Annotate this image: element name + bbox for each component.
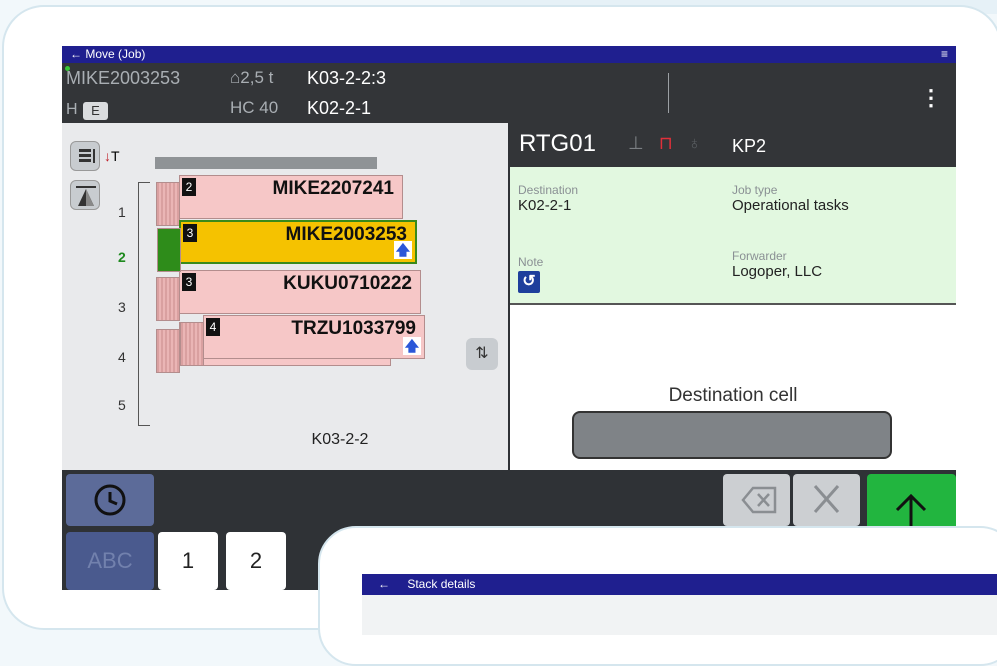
stack-view: ↓T 1 2 3 4 5 2 MIKE2207241 3 MIKE2003251… <box>62 123 508 470</box>
to-position: K02-2-1 <box>307 98 372 118</box>
container-number: TRZU1033799 <box>291 318 416 339</box>
spreader-icon: ⊥ <box>628 133 644 153</box>
job-panel: RTG01 ⊥ ⊓ ♁ KP2 Destination K02-2-1 Job … <box>510 123 956 470</box>
tier-badge: 2 <box>182 178 196 196</box>
job-type-value: Operational tasks <box>732 197 849 214</box>
confirm-button[interactable] <box>867 474 956 534</box>
job-info-bar: MIKE2003253 H E ⌂2,5 t HC 40 K03-2-2:3 K… <box>62 63 956 123</box>
from-position: K03-2-2:3 <box>307 68 387 88</box>
clock-icon <box>94 484 126 516</box>
stack-details-app-bar: ← Stack details <box>362 574 997 595</box>
container-side <box>156 329 180 373</box>
backspace-button[interactable] <box>723 474 790 526</box>
container-number: MIKE2207241 <box>272 178 394 199</box>
job-details: Destination K02-2-1 Job type Operational… <box>510 167 956 305</box>
container-slot-selected[interactable]: 3 MIKE2003253 🡅 <box>157 220 417 272</box>
crane-icon <box>76 186 96 206</box>
size-code: H <box>66 101 78 118</box>
forwarder-value: Logoper, LLC <box>732 263 823 280</box>
swap-icon: ⇅ <box>475 345 489 362</box>
tier-badge: 3 <box>182 273 196 291</box>
location-pin-icon: ♁ <box>687 133 702 153</box>
container-id: MIKE2003253 <box>66 68 181 88</box>
tier-badge: 3 <box>183 224 197 242</box>
arrow-up-icon <box>895 493 927 532</box>
list-view-button[interactable] <box>70 141 100 171</box>
up-arrow-icon: 🡅 <box>394 241 412 259</box>
crane-bar <box>155 157 377 169</box>
weight-icon: ⌂ <box>230 68 241 87</box>
spreader-alert-icon: ⊓ <box>658 133 673 153</box>
stack-details-body <box>362 595 997 635</box>
job-type-label: Job type <box>732 183 778 197</box>
destination-value: K02-2-1 <box>518 197 572 214</box>
divider <box>668 73 669 113</box>
empty-badge: E <box>83 102 108 120</box>
more-options-icon[interactable]: ⋮ <box>920 85 942 111</box>
container-slot[interactable]: 2 MIKE2207241 <box>156 175 403 226</box>
crane-kp: KP2 <box>732 136 767 156</box>
stack-bracket <box>138 182 150 426</box>
history-button[interactable] <box>66 474 154 526</box>
swap-button[interactable]: ⇅ <box>466 338 498 370</box>
container-side <box>156 182 180 226</box>
down-arrow-icon: ↓ <box>104 148 111 164</box>
container-number: KUKU0710222 <box>283 273 412 294</box>
hc-value: HC 40 <box>230 98 279 117</box>
row-number: 3 <box>118 299 126 315</box>
undo-icon: ↺ <box>522 273 536 290</box>
top-indicator: ↓T <box>104 148 120 164</box>
tier-badge: 4 <box>206 318 220 336</box>
stack-address: K03-2-2 <box>311 431 369 448</box>
destination-cell-input[interactable] <box>572 411 892 459</box>
crane-header: RTG01 ⊥ ⊓ ♁ KP2 <box>510 123 956 167</box>
app-bar: ← Move (Job) ≡ <box>62 46 956 63</box>
close-icon <box>813 485 840 513</box>
app-title: Move (Job) <box>85 47 146 61</box>
row-number: 5 <box>118 397 126 413</box>
up-arrow-icon: 🡅 <box>403 337 421 355</box>
key-2[interactable]: 2 <box>226 532 286 590</box>
stack-details-title: Stack details <box>407 577 476 591</box>
crane-status-icons: ⊥ ⊓ ♁ <box>628 133 701 154</box>
crane-name: RTG01 <box>519 130 596 157</box>
container-slot[interactable]: 4 TRZU1033799 🡅 <box>180 315 425 366</box>
back-arrow-icon[interactable]: ← <box>70 47 82 61</box>
container-number: MIKE2003253 <box>285 224 407 245</box>
container-side <box>180 322 204 366</box>
undo-button[interactable]: ↺ <box>518 271 540 293</box>
row-number: 1 <box>118 204 126 220</box>
weight-value: 2,5 t <box>240 68 274 87</box>
tablet-screen: ← Move (Job) ≡ MIKE2003253 H E ⌂2,5 t HC… <box>62 46 956 590</box>
clear-button[interactable] <box>793 474 860 526</box>
row-number-active: 2 <box>118 249 126 265</box>
container-slot[interactable]: 3 KUKU0710222 <box>156 270 421 321</box>
note-label: Note <box>518 255 544 269</box>
forwarder-label: Forwarder <box>732 249 787 263</box>
key-1[interactable]: 1 <box>158 532 218 590</box>
list-icon <box>79 149 95 163</box>
container-side <box>157 228 181 272</box>
destination-label: Destination <box>518 183 579 197</box>
destination-cell-label: Destination cell <box>668 385 798 406</box>
back-arrow-icon[interactable]: ← <box>378 577 390 591</box>
weight-field: ⌂2,5 t <box>230 68 273 88</box>
container-side <box>156 277 180 321</box>
row-number: 4 <box>118 349 126 365</box>
top-label: T <box>111 148 120 164</box>
abc-key[interactable]: ABC <box>66 532 154 590</box>
hamburger-icon[interactable]: ≡ <box>941 46 948 63</box>
crane-view-button[interactable] <box>70 180 100 210</box>
backspace-icon <box>741 486 777 514</box>
